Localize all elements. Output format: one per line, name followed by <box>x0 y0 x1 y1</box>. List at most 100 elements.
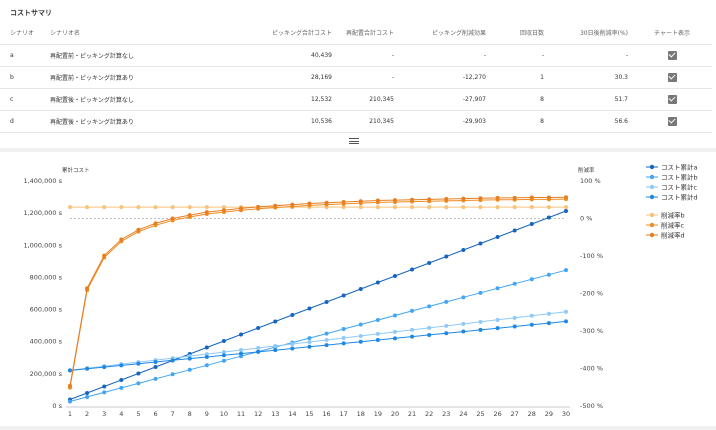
data-point-コスト累計d <box>375 338 380 343</box>
legend-marker-削減率d <box>649 232 655 238</box>
chart-display-checkbox[interactable] <box>667 50 677 60</box>
data-point-コスト累計a <box>495 235 500 240</box>
data-point-削減率d <box>478 196 483 201</box>
series-line-削減率d <box>69 196 567 386</box>
data-point-コスト累計d <box>136 361 141 366</box>
col-picking-total: ピッキング合計コスト <box>196 22 336 45</box>
data-point-コスト累計a <box>444 254 449 259</box>
cell-effect: - <box>398 44 490 67</box>
cell-relocation: 210,345 <box>336 110 398 133</box>
data-point-コスト累計a <box>529 222 534 227</box>
data-point-コスト累計b <box>564 268 568 273</box>
cell-name: 再配置後・ピッキング計算あり <box>46 110 196 133</box>
y-left-tick-label: 1,200,000 s <box>23 209 62 217</box>
data-point-コスト累計a <box>546 215 551 220</box>
data-point-コスト累計d <box>461 329 466 334</box>
cell-chart-display <box>632 66 712 89</box>
data-point-削減率b <box>204 205 209 210</box>
data-point-コスト累計c <box>444 323 449 328</box>
x-tick-label: 6 <box>153 410 157 418</box>
data-point-削減率b <box>392 205 397 210</box>
data-point-コスト累計d <box>392 336 397 341</box>
x-tick-label: 17 <box>340 410 348 418</box>
data-point-コスト累計b <box>375 317 380 322</box>
data-point-削減率d <box>427 197 432 202</box>
y-right-axis-title: 削減率 <box>578 166 595 174</box>
summary-title: コストサマリ <box>10 9 52 17</box>
data-point-削減率d <box>136 227 141 232</box>
data-point-削減率d <box>307 201 312 206</box>
cell-name: 再配置前・ピッキング計算あり <box>46 66 196 89</box>
data-point-コスト累計c <box>239 348 244 353</box>
x-tick-label: 30 <box>562 410 570 418</box>
data-point-削減率b <box>375 205 380 210</box>
data-point-コスト累計a <box>153 365 158 370</box>
x-tick-label: 16 <box>322 410 330 418</box>
data-point-削減率b <box>546 205 551 210</box>
col-picking-effect: ピッキング削減効果 <box>398 22 490 45</box>
data-point-コスト累計a <box>290 313 295 318</box>
data-point-コスト累計b <box>153 376 158 381</box>
data-point-コスト累計d <box>290 346 295 351</box>
cell-days: 1 <box>490 66 548 89</box>
data-point-コスト累計b <box>427 304 432 309</box>
cell-rate: - <box>548 44 632 67</box>
resize-handle[interactable] <box>349 138 359 146</box>
data-point-コスト累計d <box>273 348 278 353</box>
data-point-コスト累計d <box>324 343 329 348</box>
data-point-コスト累計d <box>68 368 72 373</box>
table-row: b 再配置前・ピッキング計算あり 28,169- -12,270 1 30.3 <box>0 66 712 89</box>
data-point-コスト累計b <box>170 372 175 377</box>
x-tick-label: 18 <box>357 410 365 418</box>
chart-display-checkbox[interactable] <box>667 72 677 82</box>
data-point-削減率d <box>410 197 415 202</box>
data-point-削減率b <box>187 205 192 210</box>
y-left-tick-label: 200,000 s <box>30 370 63 378</box>
data-point-コスト累計a <box>564 209 568 214</box>
col-payback-days: 回収日数 <box>490 22 548 45</box>
data-point-コスト累計a <box>427 261 432 266</box>
data-point-コスト累計c <box>273 344 278 349</box>
data-point-削減率d <box>392 198 397 203</box>
x-tick-label: 4 <box>119 410 123 418</box>
cell-picking: 28,169 <box>196 66 336 89</box>
y-right-tick-label: 0 % <box>580 215 592 223</box>
data-point-削減率d <box>461 196 466 201</box>
cell-relocation: - <box>336 66 398 89</box>
summary-table: シナリオ シナリオ名 ピッキング合計コスト 再配置合計コスト ピッキング削減効果… <box>0 22 712 133</box>
cell-id: c <box>0 88 46 111</box>
table-row: d 再配置後・ピッキング計算あり 10,536 210,345 -29,903 8 56.6 <box>0 110 712 133</box>
y-right-tick-label: -300 % <box>580 327 603 335</box>
y-left-tick-label: 600,000 s <box>30 306 63 314</box>
data-point-削減率b <box>358 205 363 210</box>
data-point-削減率d <box>239 206 244 211</box>
y-right-tick-label: 100 % <box>580 177 601 185</box>
cell-rate: 30.3 <box>548 66 632 89</box>
x-tick-label: 11 <box>237 410 245 418</box>
data-point-削減率d <box>546 195 551 200</box>
legend-marker-削減率b <box>649 212 655 218</box>
legend-label: コスト累計d <box>661 192 698 201</box>
col-relocation-total: 再配置合計コスト <box>336 22 398 45</box>
data-point-削減率d <box>444 197 449 201</box>
x-tick-label: 14 <box>288 410 296 418</box>
data-point-コスト累計a <box>324 300 329 305</box>
data-point-削減率b <box>564 205 568 210</box>
data-point-コスト累計d <box>204 354 209 359</box>
data-point-コスト累計b <box>358 322 363 327</box>
data-point-コスト累計d <box>341 341 346 346</box>
data-point-削減率b <box>119 205 124 210</box>
x-tick-label: 27 <box>511 410 519 418</box>
data-point-コスト累計c <box>478 319 483 324</box>
chart-display-checkbox[interactable] <box>667 94 677 104</box>
x-tick-label: 22 <box>425 410 433 418</box>
y-right-tick-label: -500 % <box>580 402 603 410</box>
chart-display-checkbox[interactable] <box>667 116 677 126</box>
cell-relocation: - <box>336 44 398 67</box>
data-point-コスト累計d <box>410 334 415 339</box>
legend-label: コスト累計a <box>661 162 698 171</box>
x-tick-label: 24 <box>459 410 467 418</box>
cell-relocation: 210,345 <box>336 88 398 111</box>
data-point-削減率b <box>136 205 141 210</box>
col-scenario: シナリオ <box>0 22 46 45</box>
